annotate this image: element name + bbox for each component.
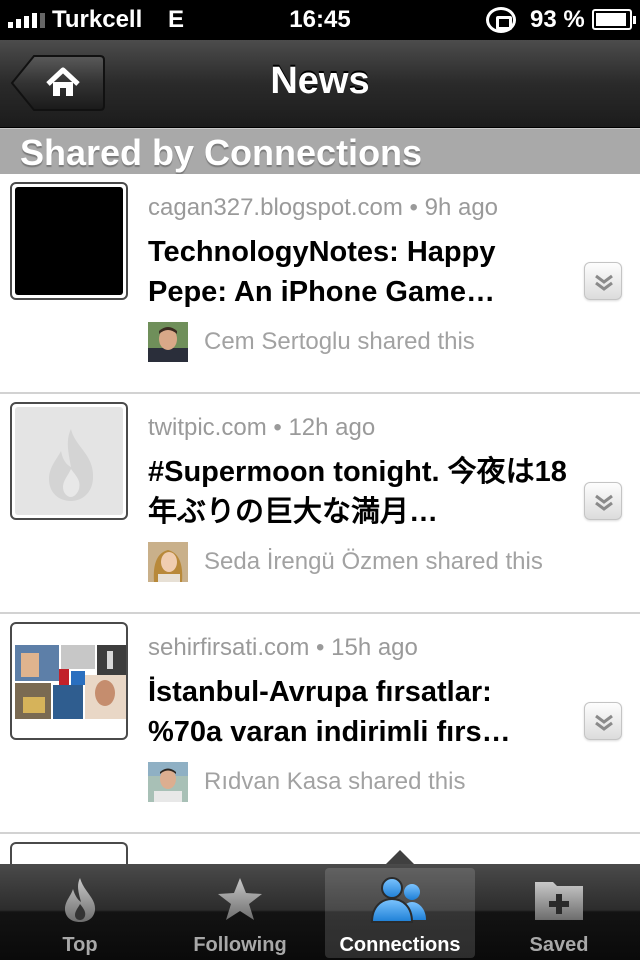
collage-image bbox=[15, 645, 126, 719]
item-sharer: Seda İrengü Özmen shared this bbox=[148, 542, 543, 582]
item-title[interactable]: İstanbul-Avrupa fırsatlar: %70a varan in… bbox=[148, 672, 568, 752]
tab-connections[interactable]: Connections bbox=[325, 868, 475, 958]
item-thumbnail[interactable] bbox=[10, 402, 128, 520]
feed-item[interactable]: cagan327.blogspot.com • 9h ago Technolog… bbox=[0, 174, 640, 394]
page-title: News bbox=[270, 60, 370, 102]
battery-icon bbox=[592, 9, 636, 30]
tab-label: Saved bbox=[529, 934, 589, 956]
tab-top[interactable]: Top bbox=[5, 868, 155, 958]
item-title[interactable]: #Supermoon tonight. 今夜は18年ぶりの巨大な満月… bbox=[148, 452, 568, 532]
flame-placeholder-icon bbox=[49, 429, 94, 501]
avatar bbox=[148, 762, 188, 802]
rotation-lock-icon bbox=[486, 7, 516, 33]
item-title[interactable]: TechnologyNotes: Happy Pepe: An iPhone G… bbox=[148, 232, 568, 312]
battery-percent: 93 % bbox=[530, 6, 585, 33]
section-title: Shared by Connections bbox=[20, 132, 423, 173]
avatar bbox=[148, 542, 188, 582]
item-meta: twitpic.com • 12h ago bbox=[148, 414, 376, 441]
sharer-text: Seda İrengü Özmen shared this bbox=[204, 548, 543, 575]
item-meta: sehirfirsati.com • 15h ago bbox=[148, 634, 418, 661]
feed-item[interactable]: twitpic.com • 12h ago #Supermoon tonight… bbox=[0, 394, 640, 614]
avatar bbox=[148, 322, 188, 362]
expand-button[interactable] bbox=[584, 482, 622, 520]
feed-item[interactable]: sehirfirsati.com • 15h ago İstanbul-Avru… bbox=[0, 614, 640, 834]
expand-button[interactable] bbox=[584, 262, 622, 300]
item-source: sehirfirsati.com bbox=[148, 634, 310, 661]
chevron-down-icon bbox=[595, 274, 613, 291]
item-sharer: Cem Sertoglu shared this bbox=[148, 322, 475, 362]
item-thumbnail[interactable] bbox=[10, 622, 128, 740]
item-sharer: Rıdvan Kasa shared this bbox=[148, 762, 465, 802]
chevron-down-icon bbox=[595, 714, 613, 731]
item-meta: cagan327.blogspot.com • 9h ago bbox=[148, 194, 499, 221]
item-source: cagan327.blogspot.com bbox=[148, 194, 403, 221]
active-tab-pointer bbox=[386, 850, 414, 864]
tab-following[interactable]: Following bbox=[165, 868, 315, 958]
sharer-text: Cem Sertoglu shared this bbox=[204, 328, 475, 355]
item-source: twitpic.com bbox=[148, 414, 267, 441]
status-bar: Turkcell E 16:45 93 % bbox=[0, 0, 640, 40]
item-age: 9h ago bbox=[424, 194, 499, 221]
section-header: Shared by Connections bbox=[0, 128, 640, 174]
tab-label: Top bbox=[62, 934, 98, 956]
item-thumbnail[interactable] bbox=[10, 182, 128, 300]
tab-bar: Top Following Connections Saved bbox=[0, 864, 640, 960]
tab-label: Following bbox=[193, 934, 287, 956]
flame-icon bbox=[65, 878, 96, 922]
sharer-text: Rıdvan Kasa shared this bbox=[204, 768, 466, 795]
chevron-down-icon bbox=[595, 494, 613, 511]
item-age: 12h ago bbox=[288, 414, 376, 441]
folder-add-icon bbox=[535, 882, 583, 920]
tab-saved[interactable]: Saved bbox=[484, 868, 634, 958]
item-age: 15h ago bbox=[331, 634, 418, 661]
expand-button[interactable] bbox=[584, 702, 622, 740]
navigation-bar: News bbox=[0, 40, 640, 128]
people-icon bbox=[370, 877, 426, 923]
star-icon bbox=[218, 878, 262, 920]
tab-label: Connections bbox=[339, 934, 461, 956]
